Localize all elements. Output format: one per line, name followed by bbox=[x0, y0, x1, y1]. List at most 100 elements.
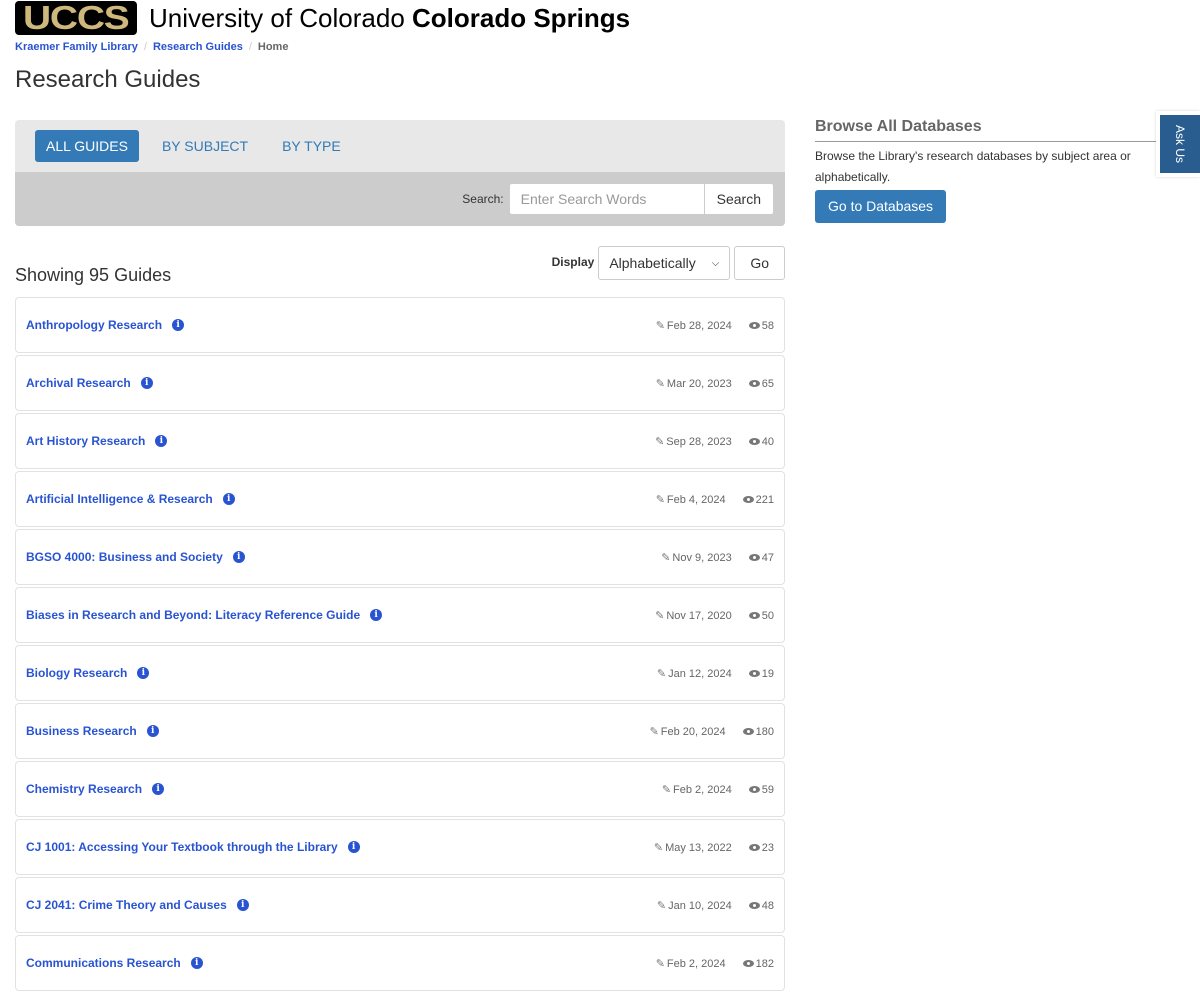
guide-view-count: 58 bbox=[761, 319, 774, 332]
tab-by-type[interactable]: BY TYPE bbox=[271, 130, 352, 162]
go-to-databases-button[interactable]: Go to Databases bbox=[815, 190, 947, 223]
info-icon[interactable]: i bbox=[146, 725, 159, 737]
guide-title-link[interactable]: Biology Research i bbox=[26, 666, 150, 680]
guide-meta: ✎ Nov 9, 2023 47 bbox=[661, 551, 774, 565]
guide-view-count: 47 bbox=[761, 551, 774, 564]
ask-us-tab[interactable]: Ask Us bbox=[1156, 111, 1200, 177]
guide-meta: ✎ Sep 28, 2023 40 bbox=[655, 435, 774, 449]
breadcrumb: Kraemer Family Library / Research Guides… bbox=[15, 41, 288, 53]
edit-icon: ✎ bbox=[655, 320, 665, 332]
eye-icon bbox=[742, 496, 754, 503]
guide-list-item: Artificial Intelligence & Research i ✎ Feb … bbox=[15, 471, 785, 527]
sidebar-description: Browse the Library's research databases … bbox=[815, 149, 1131, 184]
guide-title-link[interactable]: Art History Research i bbox=[26, 434, 168, 448]
tab-by-subject[interactable]: BY SUBJECT bbox=[151, 130, 259, 162]
guide-title-link[interactable]: Biases in Research and Beyond: Literacy … bbox=[26, 608, 383, 622]
guide-updated-date: Feb 4, 2024 bbox=[666, 493, 726, 506]
info-icon[interactable]: i bbox=[232, 551, 245, 563]
eye-icon bbox=[748, 322, 760, 329]
guide-title-link[interactable]: Anthropology Research i bbox=[26, 318, 185, 332]
guide-updated-date: May 13, 2022 bbox=[665, 841, 732, 854]
guide-list-item: Chemistry Research i ✎ Feb 2, 2024 59 bbox=[15, 761, 785, 817]
info-icon[interactable]: i bbox=[190, 957, 203, 969]
info-icon[interactable]: i bbox=[236, 899, 249, 911]
edit-icon: ✎ bbox=[661, 784, 672, 796]
guide-title: Anthropology Research bbox=[26, 318, 163, 332]
tab-all-guides[interactable]: ALL GUIDES bbox=[35, 130, 139, 162]
info-icon[interactable]: i bbox=[140, 377, 153, 389]
search-input[interactable] bbox=[508, 183, 704, 215]
guide-title-link[interactable]: Business Research i bbox=[26, 724, 159, 738]
breadcrumb-library[interactable]: Kraemer Family Library bbox=[15, 41, 138, 53]
guide-meta: ✎ Feb 4, 2024 221 bbox=[656, 493, 774, 507]
guide-title: BGSO 4000: Business and Society bbox=[26, 550, 223, 564]
site-header: UCCS University of Colorado Colorado Spr… bbox=[15, 0, 630, 36]
guide-title: CJ 1001: Accessing Your Textbook through… bbox=[26, 840, 338, 854]
guide-meta: ✎ Nov 17, 2020 50 bbox=[655, 609, 774, 623]
eye-icon bbox=[748, 902, 760, 909]
guide-updated-date: Feb 2, 2024 bbox=[673, 783, 732, 796]
info-icon[interactable]: i bbox=[222, 493, 235, 505]
guide-title: Biology Research bbox=[26, 666, 128, 680]
university-name: University of Colorado Colorado Springs bbox=[149, 1, 630, 35]
edit-icon: ✎ bbox=[656, 900, 667, 912]
guide-title: Chemistry Research bbox=[26, 782, 143, 796]
eye-icon bbox=[748, 612, 760, 619]
breadcrumb-research-guides[interactable]: Research Guides bbox=[153, 41, 243, 53]
guide-updated-date: Nov 9, 2023 bbox=[672, 551, 732, 564]
edit-icon: ✎ bbox=[656, 668, 667, 680]
ask-us-button[interactable]: Ask Us bbox=[1160, 115, 1200, 173]
display-controls: Display Alphabetically ⌵ Go bbox=[552, 246, 785, 280]
eye-icon bbox=[748, 670, 760, 677]
edit-icon: ✎ bbox=[655, 958, 665, 970]
guide-view-count: 50 bbox=[761, 609, 774, 622]
display-select[interactable]: Alphabetically ⌵ bbox=[598, 246, 731, 280]
info-icon[interactable]: i bbox=[172, 319, 185, 331]
uccs-logo[interactable]: UCCS bbox=[15, 1, 137, 35]
guide-title: Archival Research bbox=[26, 376, 131, 390]
search-label: Search: bbox=[462, 192, 504, 206]
info-icon[interactable]: i bbox=[347, 841, 360, 853]
eye-icon bbox=[742, 960, 754, 967]
guide-filter-panel: ALL GUIDES BY SUBJECT BY TYPE Search: Se… bbox=[15, 120, 785, 226]
guide-view-count: 23 bbox=[761, 841, 774, 854]
display-label: Display bbox=[551, 255, 595, 269]
guide-list-item: Business Research i ✎ Feb 20, 2024 180 bbox=[15, 703, 785, 759]
edit-icon: ✎ bbox=[655, 378, 665, 390]
display-selected-value: Alphabetically bbox=[609, 255, 696, 271]
info-icon[interactable]: i bbox=[152, 783, 165, 795]
guide-title-link[interactable]: Communications Research i bbox=[26, 956, 203, 970]
search-button[interactable]: Search bbox=[703, 183, 774, 215]
info-icon[interactable]: i bbox=[370, 609, 383, 621]
info-icon[interactable]: i bbox=[155, 435, 168, 447]
guide-title-link[interactable]: Archival Research i bbox=[26, 376, 153, 390]
eye-icon bbox=[748, 554, 760, 561]
guide-list-item: Anthropology Research i ✎ Feb 28, 2024 58 bbox=[15, 297, 785, 353]
eye-icon bbox=[748, 380, 760, 387]
guide-title: Biases in Research and Beyond: Literacy … bbox=[26, 608, 361, 622]
breadcrumb-separator: / bbox=[143, 41, 147, 53]
guide-title-link[interactable]: Chemistry Research i bbox=[26, 782, 165, 796]
guide-updated-date: Sep 28, 2023 bbox=[666, 435, 732, 448]
info-icon[interactable]: i bbox=[137, 667, 150, 679]
guide-title-link[interactable]: CJ 2041: Crime Theory and Causes i bbox=[26, 898, 249, 912]
guide-title-link[interactable]: Artificial Intelligence & Research i bbox=[26, 492, 235, 506]
guide-title: CJ 2041: Crime Theory and Causes bbox=[26, 898, 227, 912]
guide-updated-date: Feb 2, 2024 bbox=[666, 957, 726, 970]
guide-view-count: 48 bbox=[761, 899, 774, 912]
guide-title-link[interactable]: CJ 1001: Accessing Your Textbook through… bbox=[26, 840, 360, 854]
guide-updated-date: Nov 17, 2020 bbox=[666, 609, 732, 622]
go-button[interactable]: Go bbox=[734, 246, 785, 280]
guide-meta: ✎ Feb 2, 2024 59 bbox=[661, 783, 774, 797]
guide-list-item: Communications Research i ✎ Feb 2, 2024 182 bbox=[15, 935, 785, 991]
guide-count: Showing 95 Guides bbox=[15, 265, 172, 285]
university-prefix: University of Colorado bbox=[149, 3, 405, 33]
guide-title: Business Research bbox=[26, 724, 137, 738]
guide-title-link[interactable]: BGSO 4000: Business and Society i bbox=[26, 550, 245, 564]
edit-icon: ✎ bbox=[653, 842, 664, 854]
ask-us-label: Ask Us bbox=[1172, 124, 1187, 164]
guide-list-item: Archival Research i ✎ Mar 20, 2023 65 bbox=[15, 355, 785, 411]
page-title: Research Guides bbox=[15, 66, 201, 93]
breadcrumb-current: Home bbox=[257, 41, 289, 53]
logo-text: UCCS bbox=[23, 0, 130, 36]
